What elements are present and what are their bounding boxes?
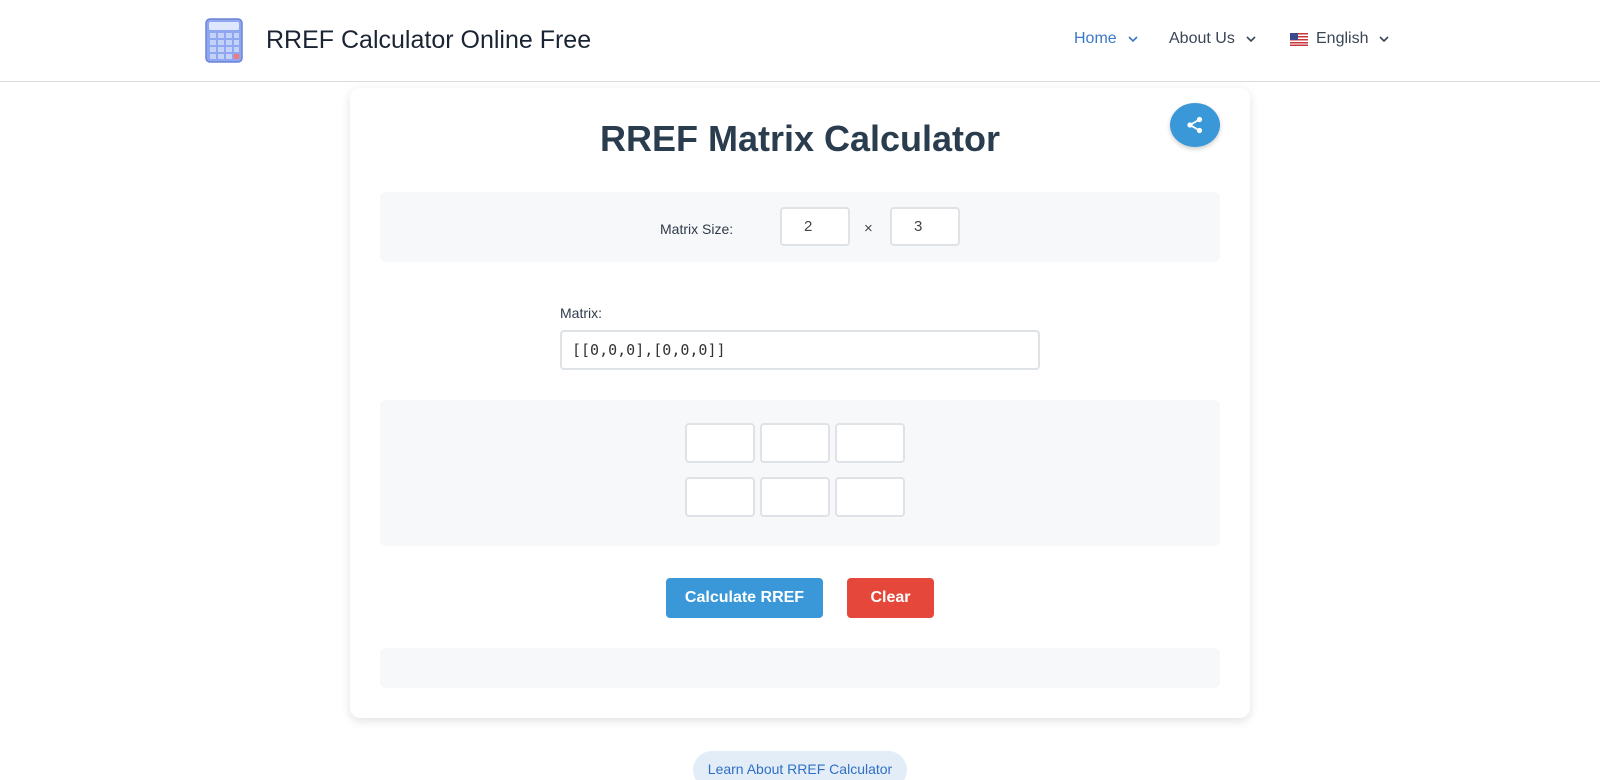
matrix-cell[interactable] [760,423,830,463]
chevron-down-icon [1379,36,1390,43]
site-header: RREF Calculator Online Free Home About U… [0,0,1600,82]
nav-language[interactable]: English [1290,30,1390,48]
page-title: RREF Matrix Calculator [599,118,1001,159]
rows-input[interactable] [780,207,850,246]
matrix-grid-panel [380,400,1220,546]
site-title[interactable]: RREF Calculator Online Free [266,26,591,55]
matrix-cell[interactable] [760,477,830,517]
calculate-button[interactable]: Calculate RREF [666,578,823,618]
matrix-size-panel: Matrix Size: × [380,192,1220,262]
nav-about-label: About Us [1169,30,1235,47]
matrix-label: Matrix: [560,305,602,321]
result-panel [380,648,1220,688]
matrix-cell[interactable] [685,477,755,517]
us-flag-icon [1290,32,1308,46]
matrix-size-label: Matrix Size: [660,221,734,237]
times-symbol: × [864,220,873,237]
chevron-down-icon [1128,36,1138,43]
cols-input[interactable] [890,207,960,246]
matrix-cell[interactable] [835,423,905,463]
nav-language-label: English [1316,30,1369,47]
nav-home[interactable]: Home [1074,30,1139,48]
matrix-text-input[interactable] [560,330,1040,370]
chevron-down-icon [1246,36,1256,43]
calculator-icon[interactable] [205,18,243,63]
clear-button[interactable]: Clear [847,578,934,618]
calculator-card: RREF Matrix Calculator Matrix Size: × Ma… [350,88,1250,718]
matrix-cell[interactable] [835,477,905,517]
learn-about-link[interactable]: Learn About RREF Calculator [693,751,907,780]
matrix-cell[interactable] [685,423,755,463]
nav-about[interactable]: About Us [1169,30,1257,48]
nav-home-label: Home [1074,30,1117,47]
